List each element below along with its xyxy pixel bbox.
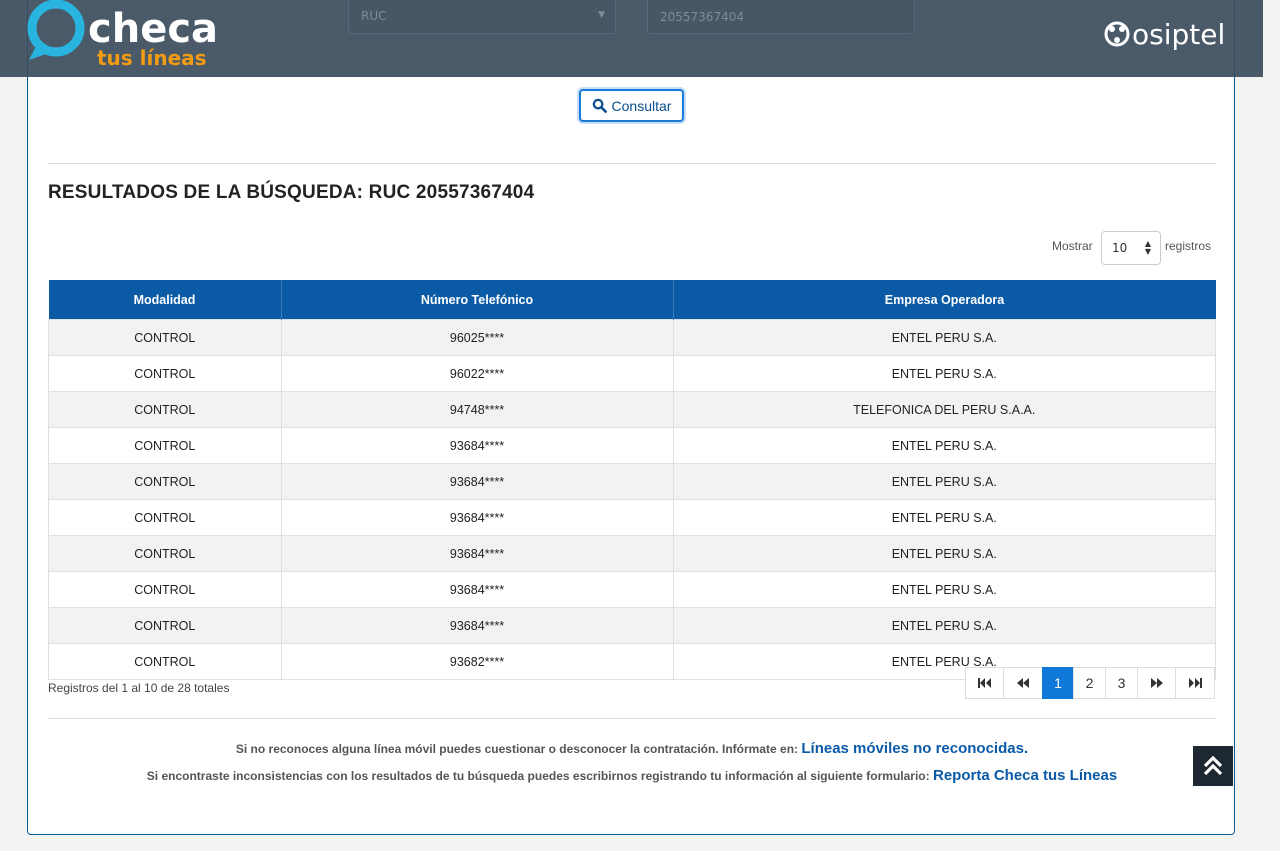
page-size-select[interactable]: 10 ▲ ▼: [1101, 231, 1161, 265]
unrecognized-lines-link[interactable]: Líneas móviles no reconocidas.: [801, 740, 1028, 757]
consultar-label: Consultar: [611, 97, 672, 114]
search-icon: [592, 98, 607, 113]
results-title: RESULTADOS DE LA BÚSQUEDA: RUC 205573674…: [48, 182, 535, 203]
divider: [48, 718, 1216, 719]
results-table: Modalidad Número Telefónico Empresa Oper…: [48, 280, 1216, 680]
cell-modalidad: CONTROL: [48, 463, 282, 500]
cell-numero: 93682****: [280, 643, 674, 680]
magnifier-logo-icon: [27, 0, 85, 57]
page-2-button[interactable]: 2: [1073, 667, 1106, 699]
document-type-select[interactable]: RUC ▼: [348, 0, 616, 34]
checa-logo[interactable]: checa tus líneas: [26, 0, 256, 70]
show-label: Mostrar: [1052, 239, 1093, 253]
double-chevron-up-icon: [1203, 755, 1223, 776]
cell-modalidad: CONTROL: [48, 643, 282, 680]
table-row: CONTROL 94748**** TELEFONICA DEL PERU S.…: [48, 391, 1216, 428]
cell-modalidad: CONTROL: [48, 391, 282, 428]
document-type-value: RUC: [361, 9, 387, 23]
page-scrollbar[interactable]: [1263, 0, 1280, 851]
consultar-button[interactable]: Consultar: [579, 89, 684, 122]
cell-empresa: ENTEL PERU S.A.: [672, 355, 1216, 392]
notice-text: Si no reconoces alguna línea móvil puede…: [235, 742, 799, 756]
cell-empresa: ENTEL PERU S.A.: [672, 499, 1216, 536]
cell-numero: 93684****: [280, 571, 674, 608]
cell-numero: 93684****: [280, 427, 674, 464]
document-number-input[interactable]: [647, 0, 915, 34]
sort-arrows-icon: ▲ ▼: [1144, 239, 1151, 256]
cell-numero: 96022****: [280, 355, 674, 392]
table-row: CONTROL 93684**** ENTEL PERU S.A.: [48, 463, 1216, 500]
table-row: CONTROL 93684**** ENTEL PERU S.A.: [48, 571, 1216, 608]
table-row: CONTROL 96025**** ENTEL PERU S.A.: [48, 319, 1216, 356]
records-label: registros: [1165, 239, 1212, 253]
last-page-icon: [1189, 678, 1202, 688]
cell-empresa: ENTEL PERU S.A.: [672, 463, 1216, 500]
cell-empresa: TELEFONICA DEL PERU S.A.A.: [672, 391, 1216, 428]
cell-numero: 93684****: [280, 607, 674, 644]
cell-numero: 93684****: [280, 535, 674, 572]
cell-empresa: ENTEL PERU S.A.: [672, 571, 1216, 608]
cell-numero: 93684****: [280, 499, 674, 536]
table-row: CONTROL 93684**** ENTEL PERU S.A.: [48, 607, 1216, 644]
cell-modalidad: CONTROL: [48, 535, 282, 572]
cell-modalidad: CONTROL: [48, 355, 282, 392]
first-page-icon: [977, 678, 991, 688]
divider: [48, 163, 1216, 164]
records-summary: Registros del 1 al 10 de 28 totales: [48, 681, 230, 695]
cell-empresa: ENTEL PERU S.A.: [672, 607, 1216, 644]
page-3-button[interactable]: 3: [1105, 667, 1138, 699]
osiptel-logo-text: osiptel: [1132, 18, 1225, 51]
column-header-empresa[interactable]: Empresa Operadora: [673, 280, 1216, 320]
pagination: 1 2 3: [965, 667, 1215, 699]
table-row: CONTROL 93684**** ENTEL PERU S.A.: [48, 535, 1216, 572]
cell-numero: 96025****: [280, 319, 674, 356]
next-page-icon: [1150, 678, 1163, 688]
notice-text: Si encontraste inconsistencias con los r…: [146, 769, 930, 783]
table-header-row: Modalidad Número Telefónico Empresa Oper…: [48, 280, 1216, 320]
osiptel-logo[interactable]: osiptel: [1102, 16, 1242, 52]
notice-report-form: Si encontraste inconsistencias con los r…: [48, 767, 1216, 784]
cell-empresa: ENTEL PERU S.A.: [672, 427, 1216, 464]
cell-modalidad: CONTROL: [48, 499, 282, 536]
column-header-numero[interactable]: Número Telefónico: [281, 280, 674, 320]
cell-empresa: ENTEL PERU S.A.: [672, 319, 1216, 356]
column-header-modalidad[interactable]: Modalidad: [48, 280, 282, 320]
cell-empresa: ENTEL PERU S.A.: [672, 535, 1216, 572]
logo-secondary-text: tus líneas: [97, 46, 207, 70]
page-size-value: 10: [1112, 241, 1128, 255]
report-form-link[interactable]: Reporta Checa tus Líneas: [933, 767, 1117, 784]
first-page-button[interactable]: [965, 667, 1004, 699]
cell-numero: 94748****: [280, 391, 674, 428]
scroll-to-top-button[interactable]: [1193, 746, 1233, 786]
page-1-button[interactable]: 1: [1042, 667, 1074, 699]
table-row: CONTROL 93684**** ENTEL PERU S.A.: [48, 499, 1216, 536]
cell-modalidad: CONTROL: [48, 607, 282, 644]
chevron-down-icon: ▼: [598, 10, 605, 20]
prev-page-button[interactable]: [1003, 667, 1043, 699]
notice-unrecognized-lines: Si no reconoces alguna línea móvil puede…: [48, 740, 1216, 757]
last-page-button[interactable]: [1175, 667, 1215, 699]
top-header: checa tus líneas RUC ▼ osiptel: [0, 0, 1263, 77]
table-row: CONTROL 93684**** ENTEL PERU S.A.: [48, 427, 1216, 464]
cell-numero: 93684****: [280, 463, 674, 500]
cell-modalidad: CONTROL: [48, 319, 282, 356]
prev-page-icon: [1017, 678, 1029, 688]
table-row: CONTROL 96022**** ENTEL PERU S.A.: [48, 355, 1216, 392]
cell-modalidad: CONTROL: [48, 571, 282, 608]
cell-modalidad: CONTROL: [48, 427, 282, 464]
next-page-button[interactable]: [1137, 667, 1176, 699]
